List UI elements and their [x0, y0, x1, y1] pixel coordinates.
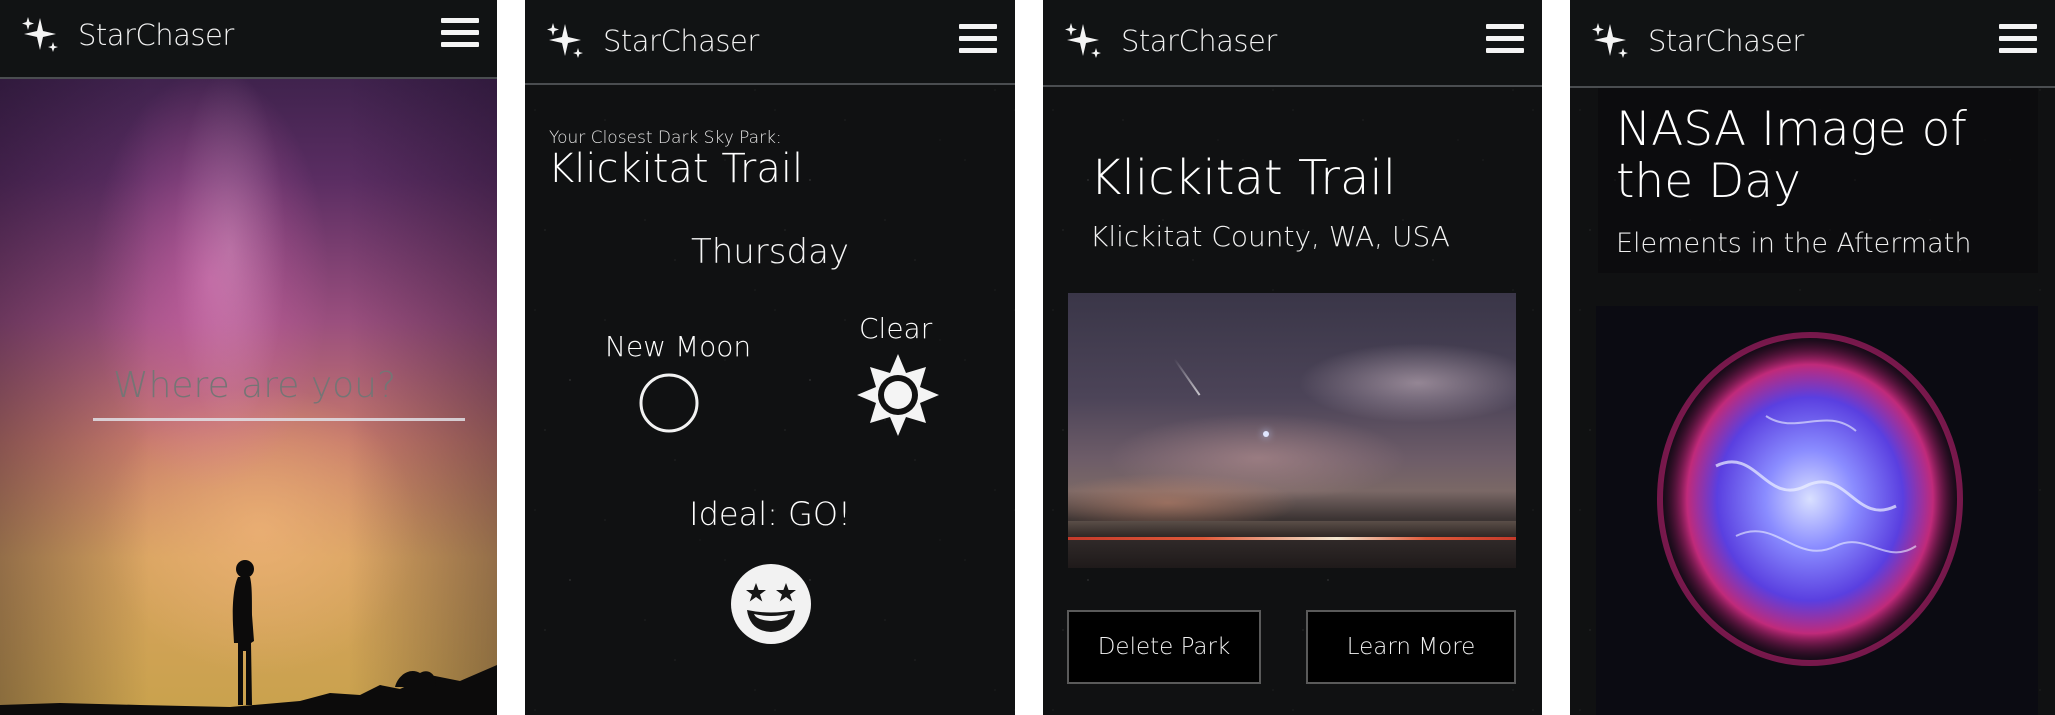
screen-forecast: StarChaser Your Closest Dark Sky Park: K… — [525, 0, 1015, 715]
weather-label: Clear — [859, 312, 933, 345]
new-moon-circle-icon — [639, 373, 699, 433]
screen-park-detail: StarChaser Klickitat Trail Klickitat Cou… — [1043, 0, 1542, 715]
screen-search: StarChaser — [0, 0, 497, 715]
closest-park-label: Your Closest Dark Sky Park: — [549, 128, 782, 148]
top-bar: StarChaser — [1570, 0, 2055, 88]
star-eyes-smiley-icon — [731, 564, 811, 644]
sun-icon — [857, 354, 939, 436]
sparkles-icon — [1065, 23, 1101, 58]
learn-more-button[interactable]: Learn More — [1306, 610, 1516, 684]
park-photo — [1068, 293, 1516, 568]
forecast-day: Thursday — [690, 232, 850, 272]
viewing-status: Ideal: GO! — [689, 495, 851, 533]
park-location: Klickitat County, WA, USA — [1090, 220, 1450, 253]
top-bar: StarChaser — [1043, 0, 1542, 87]
screen-nasa-image: StarChaser NASA Image of the Day Element… — [1570, 0, 2055, 715]
sparkles-icon — [22, 17, 58, 52]
hamburger-menu-icon[interactable] — [1999, 24, 2037, 58]
nasa-title: NASA Image of the Day — [1616, 102, 1967, 209]
app-brand: StarChaser — [78, 18, 234, 52]
nasa-supernova-image — [1596, 306, 2038, 715]
sparkles-icon — [1592, 23, 1628, 58]
sparkles-icon — [547, 23, 583, 58]
moon-phase-label: New Moon — [605, 330, 752, 363]
delete-park-button[interactable]: Delete Park — [1067, 610, 1261, 684]
app-brand: StarChaser — [1648, 24, 1804, 58]
top-bar: StarChaser — [0, 0, 497, 79]
nasa-image-subtitle: Elements in the Aftermath — [1616, 228, 1972, 259]
hamburger-menu-icon[interactable] — [1486, 24, 1524, 58]
app-brand: StarChaser — [603, 24, 759, 58]
location-search-input[interactable] — [93, 365, 465, 421]
hamburger-menu-icon[interactable] — [441, 18, 479, 52]
app-brand: StarChaser — [1121, 24, 1277, 58]
park-title: Klickitat Trail — [1090, 150, 1397, 206]
park-name[interactable]: Klickitat Trail — [548, 146, 803, 192]
person-silhouette — [0, 560, 497, 715]
hamburger-menu-icon[interactable] — [959, 24, 997, 58]
top-bar: StarChaser — [525, 0, 1015, 85]
